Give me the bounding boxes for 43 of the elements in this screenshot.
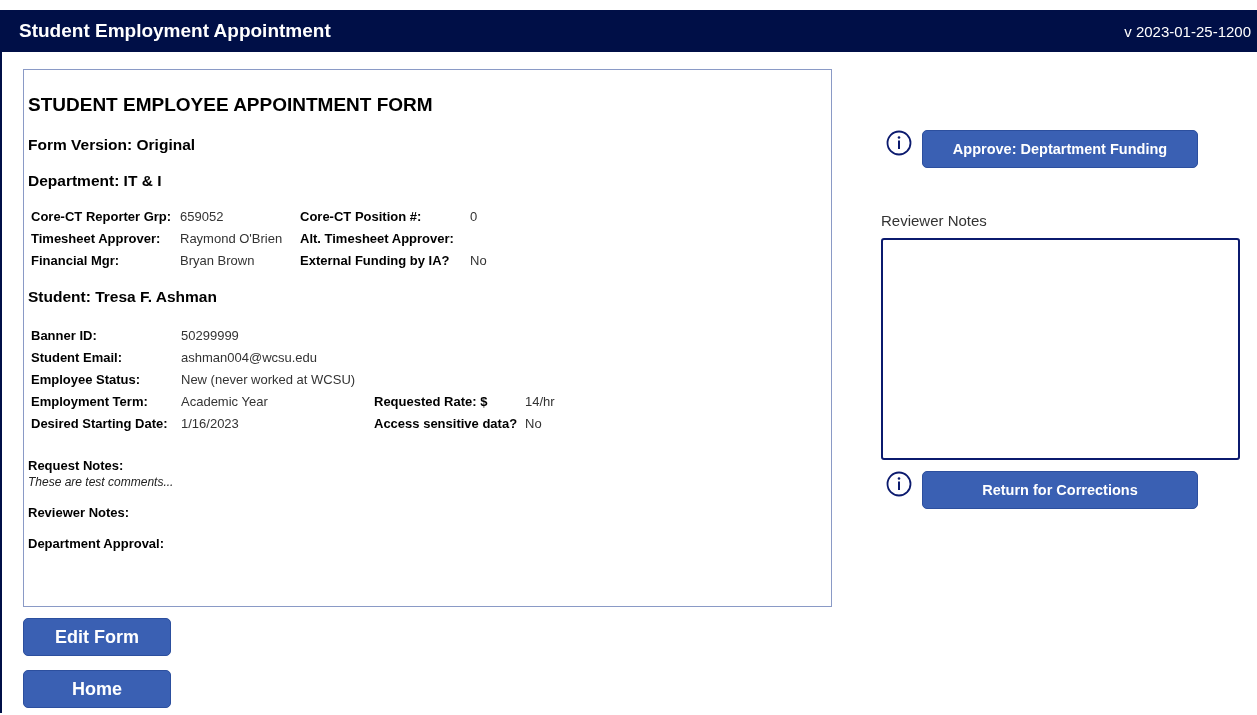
notes-label: Reviewer Notes [881, 212, 988, 229]
field-label: Desired Starting Date: [31, 415, 169, 433]
field-value: Academic Year [181, 393, 269, 411]
field-label: Access sensitive data? [374, 415, 519, 433]
return-button[interactable]: Return for Corrections [922, 471, 1198, 509]
field-value: 14/hr [525, 393, 556, 411]
notes-label: Reviewer Notes: [28, 505, 131, 520]
nav-button[interactable]: Home [23, 670, 171, 708]
info-icon[interactable] [886, 471, 912, 497]
form-version: Form Version: Original [28, 136, 197, 154]
notes-text: These are test comments... [28, 475, 175, 489]
field-value: Raymond O'Brien [180, 230, 284, 248]
field-value: 659052 [180, 208, 225, 226]
approve-button[interactable]: Approve: Deptartment Funding [922, 130, 1198, 168]
field-label: Requested Rate: $ [374, 393, 489, 411]
field-label: Employment Term: [31, 393, 149, 411]
field-label: Alt. Timesheet Approver: [300, 230, 455, 248]
field-label: Core-CT Reporter Grp: [31, 208, 173, 226]
field-value: No [470, 252, 488, 270]
field-label: Timesheet Approver: [31, 230, 162, 248]
notes-field[interactable] [881, 238, 1240, 460]
field-value: New (never worked at WCSU) [181, 371, 357, 389]
field-value: 50299999 [181, 327, 240, 345]
field-value: No [525, 415, 543, 433]
student-heading: Student: Tresa F. Ashman [28, 288, 218, 306]
field-value: ashman004@wcsu.edu [181, 349, 319, 367]
notes-label: Request Notes: [28, 458, 125, 473]
field-label: Financial Mgr: [31, 252, 121, 270]
info-icon[interactable] [886, 130, 912, 156]
nav-button[interactable]: Edit Form [23, 618, 171, 656]
field-label: External Funding by IA? [300, 252, 451, 270]
field-label: Employee Status: [31, 371, 142, 389]
department-heading: Department: IT & I [28, 172, 163, 190]
field-value: 1/16/2023 [181, 415, 240, 433]
field-value: 0 [470, 208, 479, 226]
field-label: Banner ID: [31, 327, 98, 345]
version-label: v 2023-01-25-1200 [1124, 22, 1251, 40]
approval-label: Department Approval: [28, 536, 166, 551]
field-label: Core-CT Position #: [300, 208, 423, 226]
field-value: Bryan Brown [180, 252, 256, 270]
app-title: Student Employment Appointment [19, 20, 331, 42]
form-title: STUDENT EMPLOYEE APPOINTMENT FORM [28, 94, 434, 116]
field-label: Student Email: [31, 349, 123, 367]
